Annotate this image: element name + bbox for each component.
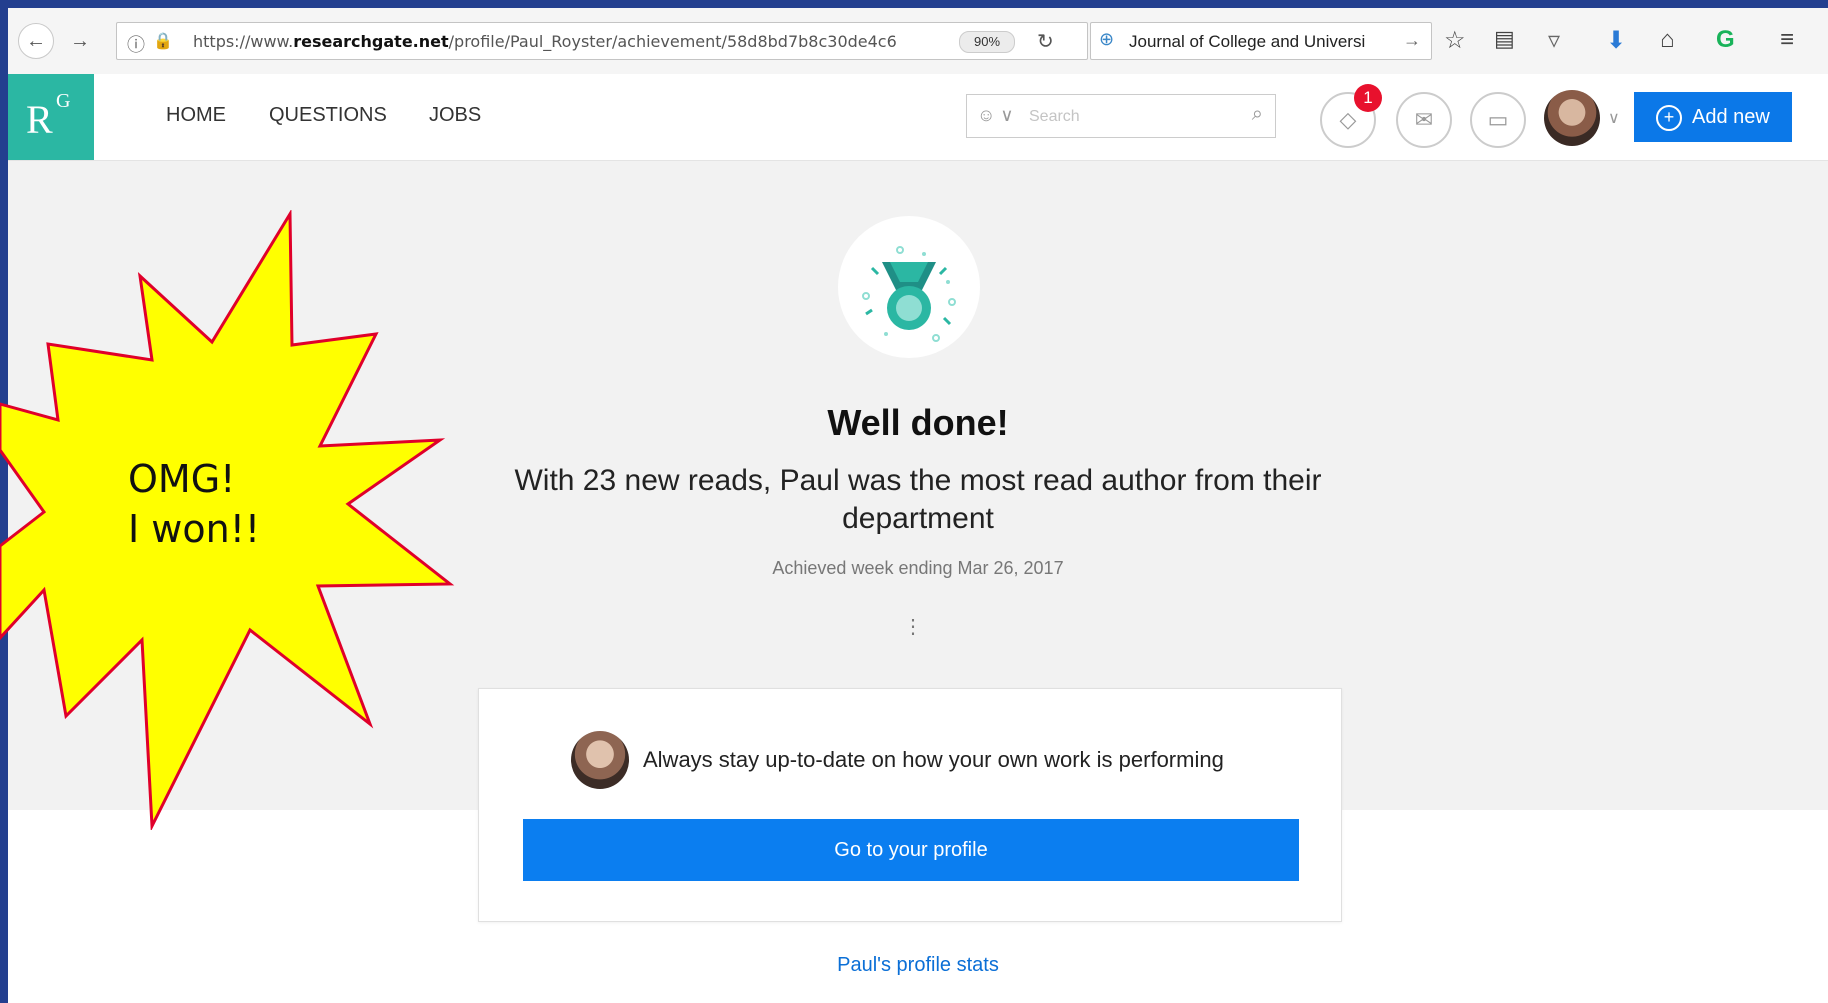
home-icon[interactable]: ⌂ xyxy=(1660,26,1675,54)
browser-toolbar: ← → ⓘ 🔒 https://www.researchgate.net/pro… xyxy=(8,8,1828,75)
reading-list-icon[interactable]: ▤ xyxy=(1494,26,1515,52)
info-icon[interactable]: ⓘ xyxy=(127,31,145,57)
notification-badge: 1 xyxy=(1354,84,1382,112)
bookmark-star-icon[interactable]: ☆ xyxy=(1444,26,1466,55)
messages-button[interactable]: ✉ xyxy=(1396,92,1452,148)
profile-stats-link[interactable]: Paul's profile stats xyxy=(8,954,1828,977)
researchgate-logo[interactable]: R G xyxy=(8,74,94,160)
nav-questions[interactable]: QUESTIONS xyxy=(269,104,387,127)
site-header: R G HOME QUESTIONS JOBS ☺ ∨ Search ⌕ ◇ 1… xyxy=(8,74,1828,161)
bell-icon: ◇ xyxy=(1339,107,1357,132)
go-to-profile-button[interactable]: Go to your profile xyxy=(523,819,1299,881)
forward-button[interactable]: → xyxy=(62,23,98,59)
search-engine-icon: ⊕ xyxy=(1099,29,1115,49)
envelope-icon: ✉ xyxy=(1414,107,1434,132)
pocket-icon[interactable]: ▿ xyxy=(1548,26,1560,55)
reload-icon[interactable]: ↻ xyxy=(1037,29,1054,54)
browser-search-input[interactable]: ⊕ Journal of College and Universi → xyxy=(1090,22,1432,60)
zoom-indicator[interactable]: 90% xyxy=(959,31,1015,53)
callout-text: OMG! I won!! xyxy=(128,457,261,551)
chevron-down-icon[interactable]: ∨ xyxy=(1608,108,1620,128)
add-new-button[interactable]: + Add new xyxy=(1634,92,1792,142)
medal-icon xyxy=(838,216,980,358)
menu-icon[interactable]: ≡ xyxy=(1780,26,1794,54)
back-button[interactable]: ← xyxy=(18,23,54,59)
profile-promo-card: Always stay up-to-date on how your own w… xyxy=(478,688,1342,922)
chat-button[interactable]: ▭ xyxy=(1470,92,1526,148)
achievement-subtitle: With 23 new reads, Paul was the most rea… xyxy=(514,464,1322,535)
chat-bubble-icon: ▭ xyxy=(1487,107,1509,132)
site-search-input[interactable]: ☺ ∨ Search ⌕ xyxy=(966,94,1276,138)
arrow-left-icon: ← xyxy=(26,29,46,52)
nav-home[interactable]: HOME xyxy=(166,104,226,127)
arrow-right-icon: → xyxy=(70,29,90,52)
promo-message: Always stay up-to-date on how your own w… xyxy=(643,747,1224,772)
nav-jobs[interactable]: JOBS xyxy=(429,104,481,127)
lock-icon: 🔒 xyxy=(153,33,173,50)
go-arrow-icon[interactable]: → xyxy=(1403,30,1421,51)
avatar xyxy=(571,731,629,789)
avatar[interactable] xyxy=(1544,90,1600,146)
grammarly-icon[interactable]: G xyxy=(1716,26,1735,54)
url-text[interactable]: https://www.researchgate.net/profile/Pau… xyxy=(193,32,897,51)
person-filter-icon[interactable]: ☺ ∨ xyxy=(977,105,1014,126)
plus-circle-icon: + xyxy=(1656,105,1682,131)
download-icon[interactable]: ⬇ xyxy=(1606,26,1626,55)
more-options-icon[interactable]: ⋮ xyxy=(903,614,923,639)
search-icon[interactable]: ⌕ xyxy=(1252,103,1263,126)
url-bar[interactable]: ⓘ 🔒 https://www.researchgate.net/profile… xyxy=(116,22,1088,60)
